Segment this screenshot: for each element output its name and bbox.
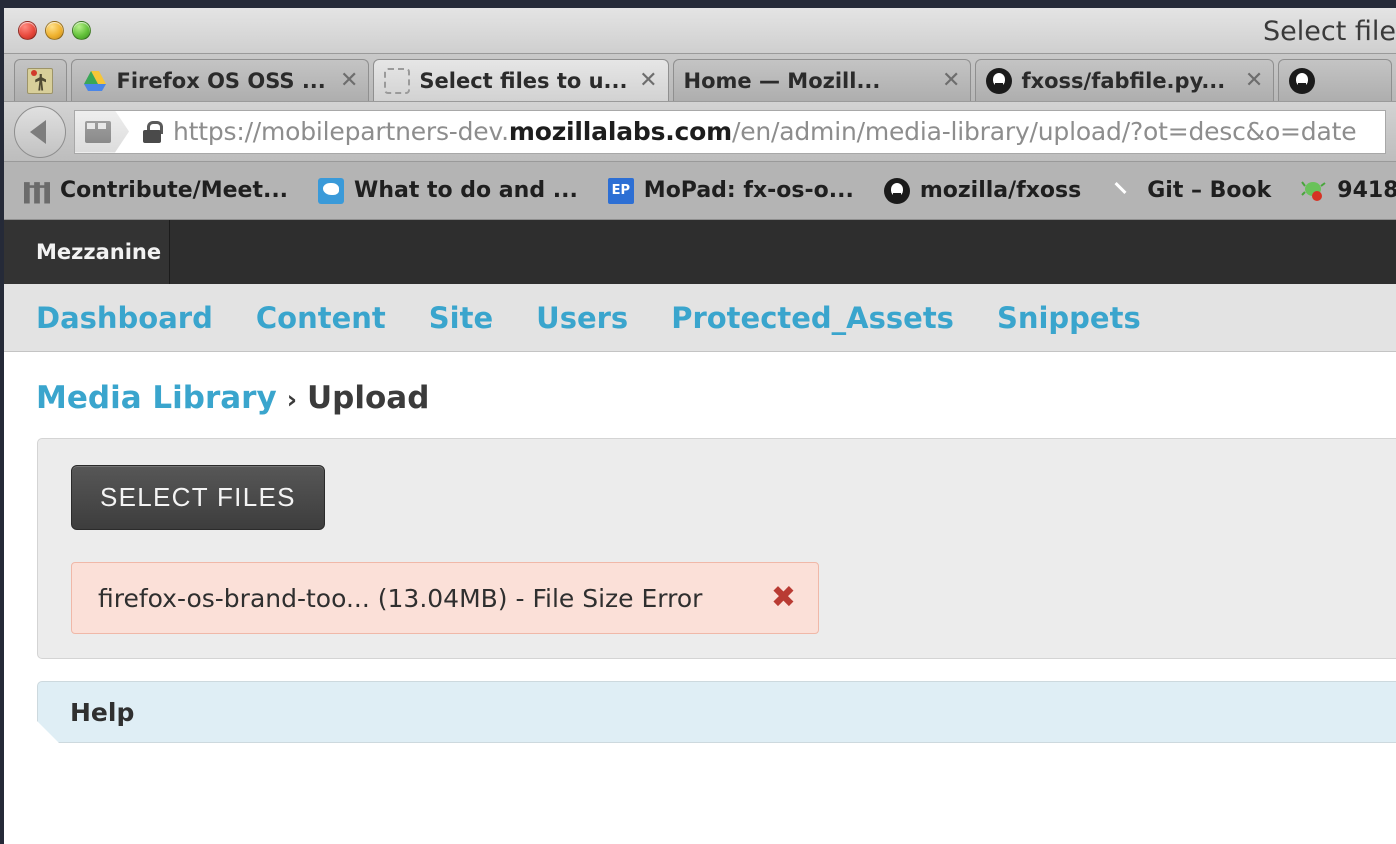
bookmark-bugzilla-9418[interactable]: 9418: [1301, 178, 1396, 204]
upload-panel: SELECT FILES firefox-os-brand-too... (13…: [37, 438, 1396, 659]
bookmark-contribute-meet[interactable]: Contribute/Meet...: [24, 178, 288, 204]
lock-icon: [143, 120, 163, 143]
remove-file-icon[interactable]: ✖: [771, 583, 796, 613]
nav-item-content[interactable]: Content: [256, 301, 386, 335]
help-panel[interactable]: Help: [37, 681, 1396, 743]
bookmark-label: Git – Book: [1147, 178, 1272, 203]
bookmark-label: MoPad: fx-os-o...: [643, 178, 854, 203]
bookmark-mopad[interactable]: EP MoPad: fx-os-o...: [607, 177, 854, 204]
breadcrumb-current-upload: Upload: [307, 380, 430, 416]
bookmark-label: Contribute/Meet...: [60, 178, 289, 203]
github-favicon-icon: [1289, 67, 1316, 94]
tab-strip: Firefox OS OSS ... ✕ Select files to u..…: [4, 54, 1396, 102]
tab-label: fxoss/fabfile.py...: [1021, 68, 1226, 93]
zoom-window-button[interactable]: [72, 21, 91, 40]
select-files-button[interactable]: SELECT FILES: [71, 465, 325, 530]
url-prefix: https://mobilepartners-dev.: [173, 117, 509, 146]
github-favicon-icon: [986, 67, 1013, 94]
browser-window: Select file Firefox OS OSS ... ✕ Select …: [4, 8, 1396, 844]
url-path: /en/admin/media-library/upload/?ot=desc&…: [732, 117, 1357, 146]
nav-item-site[interactable]: Site: [429, 301, 493, 335]
bookmarks-bar: Contribute/Meet... What to do and ... EP…: [4, 162, 1396, 220]
url-host: mozillalabs.com: [508, 117, 732, 146]
tab-github-partial[interactable]: [1278, 59, 1392, 101]
bookmark-mozilla-fxoss[interactable]: mozilla/fxoss: [883, 177, 1082, 204]
window-titlebar: Select file: [4, 8, 1396, 54]
back-button[interactable]: [14, 105, 66, 158]
pinboard-favicon-icon: [27, 67, 54, 94]
browser-navigation-bar: https://mobilepartners-dev.mozillalabs.c…: [4, 102, 1396, 162]
close-window-button[interactable]: [18, 21, 37, 40]
site-identity-chip[interactable]: [75, 111, 129, 153]
bookmark-what-to-do-and[interactable]: What to do and ...: [318, 177, 578, 204]
close-tab-icon[interactable]: ✕: [1241, 69, 1263, 92]
back-arrow-icon: [30, 119, 46, 144]
bug-icon: [1301, 178, 1327, 204]
address-bar[interactable]: https://mobilepartners-dev.mozillalabs.c…: [74, 109, 1386, 154]
mozilla-m-icon: [24, 182, 50, 204]
placeholder-favicon-icon: [384, 67, 411, 94]
tab-home-mozilla[interactable]: Home — Mozill... ✕: [672, 59, 972, 101]
tab-firefox-os-oss[interactable]: Firefox OS OSS ... ✕: [70, 59, 370, 101]
close-tab-icon[interactable]: ✕: [938, 69, 960, 92]
tab-label: Home — Mozill...: [683, 68, 881, 93]
nav-item-protected-assets[interactable]: Protected_Assets: [671, 301, 954, 335]
admin-header: Mezzanine: [4, 220, 1396, 284]
google-drive-favicon-icon: [82, 68, 108, 94]
nav-item-dashboard[interactable]: Dashboard: [36, 301, 213, 335]
breadcrumb: Media Library › Upload: [4, 352, 1396, 438]
site-identity-icon: [85, 121, 111, 143]
git-icon: [1111, 178, 1137, 204]
admin-nav: Dashboard Content Site Users Protected_A…: [4, 284, 1396, 352]
github-icon: [883, 177, 910, 204]
upload-file-row: firefox-os-brand-too... (13.04MB) - File…: [71, 562, 819, 634]
brand-block[interactable]: Mezzanine: [4, 220, 170, 284]
nav-item-users[interactable]: Users: [536, 301, 628, 335]
bookmark-git-book[interactable]: Git – Book: [1111, 178, 1271, 204]
close-tab-icon[interactable]: ✕: [336, 69, 358, 92]
brand-title: Mezzanine: [36, 240, 162, 264]
tab-label: Select files to u...: [419, 68, 627, 93]
breadcrumb-media-library[interactable]: Media Library: [36, 380, 277, 416]
speech-bubble-icon: [318, 177, 345, 204]
admin-header-spacer: [170, 220, 1396, 284]
window-controls: [18, 21, 91, 40]
help-panel-title: Help: [70, 697, 135, 727]
bookmark-label: mozilla/fxoss: [919, 178, 1082, 203]
breadcrumb-separator-icon: ›: [286, 385, 297, 414]
window-title: Select file: [1263, 16, 1396, 47]
address-bar-url: https://mobilepartners-dev.mozillalabs.c…: [173, 117, 1357, 146]
page-content: Mezzanine Dashboard Content Site Users P…: [4, 220, 1396, 743]
bookmark-label: 9418: [1337, 178, 1396, 203]
tab-fxoss-fabfile[interactable]: fxoss/fabfile.py... ✕: [975, 59, 1275, 101]
nav-item-snippets[interactable]: Snippets: [997, 301, 1141, 335]
minimize-window-button[interactable]: [45, 21, 64, 40]
upload-file-status-text: firefox-os-brand-too... (13.04MB) - File…: [98, 583, 703, 613]
tab-label: Firefox OS OSS ...: [116, 68, 326, 93]
tab-select-files-to-upload[interactable]: Select files to u... ✕: [373, 59, 669, 101]
bookmark-label: What to do and ...: [354, 178, 578, 203]
etherpad-icon: EP: [607, 177, 634, 204]
tab-pinned-pinboard[interactable]: [14, 59, 67, 101]
close-tab-icon[interactable]: ✕: [635, 69, 657, 92]
